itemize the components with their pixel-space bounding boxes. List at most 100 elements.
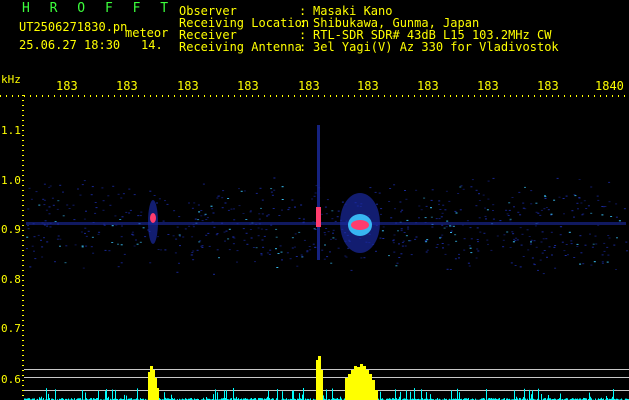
noise-dot xyxy=(48,186,51,188)
noise-dot xyxy=(139,215,142,217)
noise-dot xyxy=(508,209,511,211)
noise-dot xyxy=(300,254,303,256)
noise-dot xyxy=(444,209,447,211)
x-tick-label: 183 xyxy=(237,79,259,93)
noise-dot xyxy=(265,229,268,231)
noise-dot xyxy=(573,257,576,258)
noise-dot xyxy=(178,262,180,264)
baseline-bar xyxy=(105,391,106,400)
x-minor-tick xyxy=(132,95,133,97)
noise-dot xyxy=(407,228,410,230)
x-minor-tick xyxy=(6,95,7,97)
baseline-bar xyxy=(55,389,56,400)
noise-dot xyxy=(202,183,205,185)
noise-dot xyxy=(260,253,263,255)
baseline-bar xyxy=(226,390,227,400)
noise-dot xyxy=(404,190,406,191)
noise-dot xyxy=(246,243,249,245)
noise-dot xyxy=(593,261,596,263)
noise-dot xyxy=(446,268,449,270)
noise-dot xyxy=(418,205,421,207)
noise-dot xyxy=(240,190,243,192)
noise-dot xyxy=(192,259,195,261)
y-minor-tick xyxy=(22,335,24,336)
noise-dot xyxy=(326,256,329,258)
noise-dot xyxy=(594,235,597,237)
noise-dot xyxy=(533,263,536,265)
noise-dot xyxy=(577,208,579,210)
noise-dot xyxy=(245,219,248,220)
noise-dot xyxy=(542,238,545,240)
x-minor-tick xyxy=(486,95,487,97)
noise-dot xyxy=(450,230,453,232)
noise-dot xyxy=(267,214,270,216)
noise-dot xyxy=(363,257,366,259)
noise-dot xyxy=(266,215,269,217)
y-minor-tick xyxy=(22,245,24,246)
noise-dot xyxy=(476,248,479,250)
x-minor-tick xyxy=(570,95,571,97)
baseline-bar xyxy=(538,388,539,400)
baseline-bar xyxy=(233,388,234,400)
noise-dot xyxy=(492,218,495,220)
noise-dot xyxy=(174,252,177,254)
noise-dot xyxy=(344,255,347,257)
noise-dot xyxy=(43,237,45,239)
noise-dot xyxy=(331,210,334,212)
noise-dot xyxy=(59,184,62,186)
noise-dot xyxy=(521,233,524,235)
noise-dot xyxy=(570,243,573,245)
x-minor-tick xyxy=(414,95,415,97)
noise-dot xyxy=(201,246,204,248)
noise-dot xyxy=(158,198,161,200)
noise-dot xyxy=(104,249,107,251)
noise-dot xyxy=(179,245,181,247)
noise-dot xyxy=(218,195,221,197)
noise-dot xyxy=(216,249,219,251)
noise-dot xyxy=(224,240,226,242)
noise-dot xyxy=(160,249,163,251)
noise-dot xyxy=(242,228,245,230)
x-minor-tick xyxy=(78,95,79,97)
histogram-bar xyxy=(363,366,366,400)
x-minor-tick xyxy=(582,95,583,97)
noise-dot xyxy=(120,236,123,238)
noise-dot xyxy=(133,194,136,196)
noise-dot xyxy=(492,204,495,206)
y-minor-tick xyxy=(22,230,24,231)
noise-dot xyxy=(228,249,231,251)
info-value: 3el Yagi(V) Az 330 for Vladivostok xyxy=(313,40,559,54)
y-minor-tick xyxy=(22,220,24,221)
x-tick-label: 183 xyxy=(56,79,78,93)
x-minor-tick xyxy=(546,95,547,97)
noise-dot xyxy=(323,258,326,260)
y-minor-tick xyxy=(22,325,24,326)
noise-dot xyxy=(563,250,566,252)
y-minor-tick xyxy=(22,350,24,351)
x-minor-tick xyxy=(192,95,193,97)
noise-dot xyxy=(479,231,482,233)
noise-dot xyxy=(400,253,403,255)
noise-dot xyxy=(591,246,594,248)
noise-dot xyxy=(507,215,510,216)
x-minor-tick xyxy=(366,95,367,97)
noise-dot xyxy=(120,262,123,264)
noise-dot xyxy=(243,190,246,192)
y-minor-tick xyxy=(22,320,24,321)
noise-dot xyxy=(325,213,328,215)
echo-core xyxy=(316,207,321,227)
noise-dot xyxy=(585,208,588,209)
baseline-bar xyxy=(541,394,542,400)
y-minor-tick xyxy=(22,280,24,281)
noise-dot xyxy=(545,238,548,240)
noise-dot xyxy=(330,238,332,240)
noise-dot xyxy=(82,267,85,269)
noise-dot xyxy=(190,254,193,256)
noise-dot xyxy=(606,246,609,248)
baseline-bar xyxy=(302,394,303,400)
noise-dot xyxy=(580,252,583,254)
noise-dot xyxy=(281,186,284,188)
baseline-bar xyxy=(529,389,530,400)
noise-dot xyxy=(263,235,266,237)
noise-dot xyxy=(203,214,206,216)
